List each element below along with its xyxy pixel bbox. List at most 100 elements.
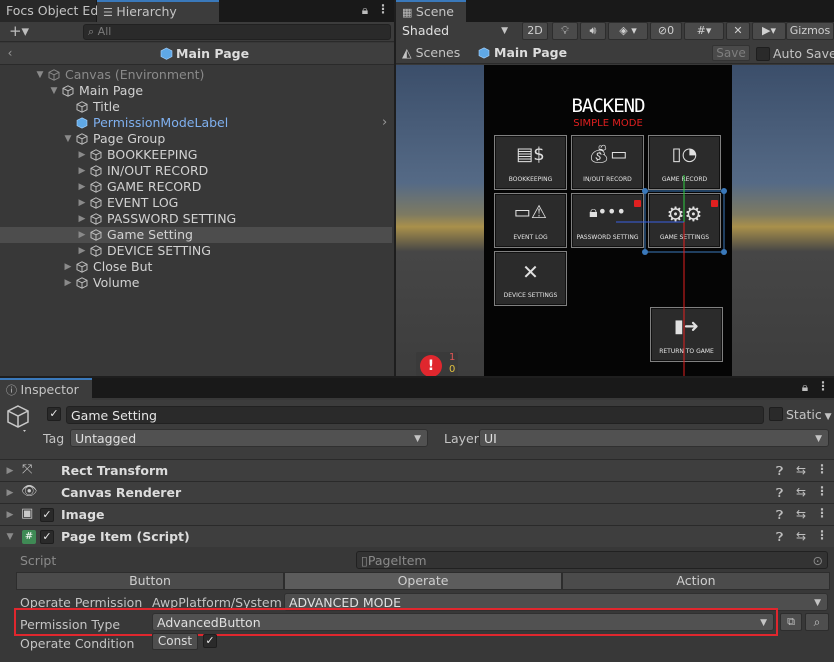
- breadcrumb-scenes[interactable]: ◭ Scenes: [402, 45, 460, 60]
- collapse-triangle-icon[interactable]: ▶: [77, 163, 87, 179]
- search-button[interactable]: ⌕: [805, 613, 829, 631]
- tools-button[interactable]: ✕: [726, 22, 750, 40]
- help-icon[interactable]: ❓︎: [776, 464, 783, 479]
- tree-row-in-out-record[interactable]: ▶ IN/OUT RECORD: [0, 163, 392, 179]
- save-button[interactable]: Save: [712, 45, 750, 61]
- camera-button[interactable]: ▶▾: [752, 22, 786, 40]
- audio-toggle-button[interactable]: 🔊︎: [580, 22, 606, 40]
- back-arrow-icon[interactable]: ‹: [4, 46, 16, 60]
- collapse-triangle-icon[interactable]: ▶: [77, 211, 87, 227]
- collapse-triangle-icon[interactable]: ▶: [5, 460, 15, 482]
- auto-save-checkbox[interactable]: [756, 47, 770, 61]
- expand-triangle-icon[interactable]: ▼: [35, 67, 45, 83]
- kebab-menu-icon[interactable]: ⋮: [816, 462, 828, 476]
- breadcrumb-scenes-label: Scenes: [415, 45, 461, 60]
- effects-dropdown-button[interactable]: ◈ ▾: [608, 22, 648, 40]
- toggle-2d-button[interactable]: 2D: [522, 22, 548, 40]
- tree-row-game-setting[interactable]: ▶ Game Setting: [0, 227, 392, 243]
- scene-viewport[interactable]: BACKEND SIMPLE MODE ▤$ BOOKKEEPING 💰︎▭ IN/…: [396, 65, 834, 376]
- kebab-menu-icon[interactable]: ⋮: [816, 528, 828, 542]
- presets-icon[interactable]: ⇆: [796, 529, 806, 543]
- tree-row-bookkeeping[interactable]: ▶ BOOKKEEPING: [0, 147, 392, 163]
- presets-icon[interactable]: ⇆: [796, 485, 806, 499]
- help-icon[interactable]: ❓︎: [776, 508, 783, 523]
- kebab-menu-icon[interactable]: ⋮: [816, 506, 828, 520]
- component-title: Page Item (Script): [61, 529, 190, 544]
- object-picker-icon[interactable]: ⊙: [813, 552, 823, 568]
- operate-condition-checkbox[interactable]: ✓: [203, 634, 217, 648]
- image-icon: ▣: [21, 506, 34, 521]
- shading-mode-dropdown[interactable]: Shaded ▼: [398, 22, 514, 40]
- tab-hierarchy[interactable]: ☰ Hierarchy: [97, 0, 219, 22]
- collapse-triangle-icon[interactable]: ▶: [63, 259, 73, 275]
- script-enabled-checkbox[interactable]: ✓: [40, 530, 54, 544]
- gizmos-label: Gizmos: [789, 24, 831, 37]
- image-enabled-checkbox[interactable]: ✓: [40, 508, 54, 522]
- static-checkbox[interactable]: [769, 407, 783, 421]
- selection-gizmo[interactable]: [396, 65, 834, 376]
- tab-focs-object-editor[interactable]: Focs Object Editor: [0, 0, 119, 22]
- tree-row-main-page[interactable]: ▼ Main Page: [0, 83, 392, 99]
- help-icon[interactable]: ❓︎: [776, 486, 783, 501]
- tab-inspector[interactable]: ⓘ Inspector: [0, 378, 92, 400]
- open-external-button[interactable]: ⧉: [780, 613, 802, 631]
- kebab-menu-icon[interactable]: ⋮: [376, 2, 390, 16]
- hierarchy-search-input[interactable]: ⌕ All: [83, 24, 391, 40]
- tree-row-permission-mode-label[interactable]: PermissionModeLabel ›: [0, 115, 392, 131]
- lock-icon[interactable]: 🔒︎: [358, 3, 372, 18]
- collapse-triangle-icon[interactable]: ▶: [77, 179, 87, 195]
- presets-icon[interactable]: ⇆: [796, 507, 806, 521]
- tag-dropdown[interactable]: Untagged ▼: [70, 429, 428, 447]
- tree-row-game-record[interactable]: ▶ GAME RECORD: [0, 179, 392, 195]
- tab-button[interactable]: Button: [16, 572, 284, 590]
- chevron-right-icon[interactable]: ›: [382, 115, 387, 131]
- collapse-triangle-icon[interactable]: ▶: [5, 482, 15, 504]
- gizmos-dropdown[interactable]: Gizmos: [786, 22, 834, 40]
- collapse-triangle-icon[interactable]: ▶: [77, 227, 87, 243]
- tree-row-device-setting[interactable]: ▶ DEVICE SETTING: [0, 243, 392, 259]
- component-canvas-renderer[interactable]: ▶ 👁︎ Canvas Renderer ❓︎ ⇆ ⋮: [0, 481, 834, 503]
- collapse-triangle-icon[interactable]: ▶: [77, 243, 87, 259]
- static-dropdown[interactable]: Static ▼: [786, 407, 832, 422]
- collapse-triangle-icon[interactable]: ▶: [63, 275, 73, 291]
- tree-row-title[interactable]: Title: [0, 99, 392, 115]
- layer-dropdown[interactable]: UI ▼: [479, 429, 829, 447]
- expand-triangle-icon[interactable]: ▼: [63, 131, 73, 147]
- collapse-triangle-icon[interactable]: ▶: [77, 147, 87, 163]
- help-icon[interactable]: ❓︎: [776, 530, 783, 545]
- tab-scene[interactable]: ▦ Scene: [396, 0, 466, 22]
- component-rect-transform[interactable]: ▶ ⤧ Rect Transform ❓︎ ⇆ ⋮: [0, 459, 834, 481]
- active-checkbox[interactable]: ✓: [47, 407, 61, 421]
- scene-visibility-button[interactable]: ⊘0: [650, 22, 682, 40]
- gameobject-cube-icon: [90, 213, 102, 225]
- lock-icon[interactable]: 🔒︎: [798, 380, 812, 395]
- expand-triangle-icon[interactable]: ▼: [5, 526, 15, 548]
- gameobject-large-icon[interactable]: [6, 404, 32, 432]
- presets-icon[interactable]: ⇆: [796, 463, 806, 477]
- collapse-triangle-icon[interactable]: ▶: [77, 195, 87, 211]
- add-create-button[interactable]: +▾: [6, 22, 32, 40]
- grid-snap-button[interactable]: #▾: [684, 22, 724, 40]
- component-image[interactable]: ▶ ▣ ✓ Image ❓︎ ⇆ ⋮: [0, 503, 834, 525]
- gameobject-cube-icon: [90, 229, 102, 241]
- object-name-input[interactable]: Game Setting: [66, 406, 764, 424]
- lighting-toggle-button[interactable]: 💡︎: [552, 22, 578, 40]
- component-page-item-script[interactable]: ▼ # ✓ Page Item (Script) ❓︎ ⇆ ⋮: [0, 525, 834, 547]
- tree-row-close-but[interactable]: ▶ Close But: [0, 259, 392, 275]
- permission-type-dropdown[interactable]: AdvancedButton ▼: [152, 613, 774, 631]
- inspector-tab-bar: ⓘ Inspector 🔒︎ ⋮: [0, 376, 834, 400]
- tab-operate[interactable]: Operate: [284, 572, 562, 590]
- collapse-triangle-icon[interactable]: ▶: [5, 504, 15, 526]
- tree-row-page-group[interactable]: ▼ Page Group: [0, 131, 392, 147]
- kebab-menu-icon[interactable]: ⋮: [816, 379, 830, 393]
- tree-row-event-log[interactable]: ▶ EVENT LOG: [0, 195, 392, 211]
- tree-label: PermissionModeLabel: [93, 115, 229, 130]
- tree-row-canvas[interactable]: ▼ Canvas (Environment): [0, 67, 392, 83]
- console-status-badge[interactable]: ! 1 0: [416, 352, 458, 376]
- operate-condition-mode-button[interactable]: Const: [152, 633, 198, 650]
- expand-triangle-icon[interactable]: ▼: [49, 83, 59, 99]
- tree-row-volume[interactable]: ▶ Volume: [0, 275, 392, 291]
- tab-action[interactable]: Action: [562, 572, 830, 590]
- kebab-menu-icon[interactable]: ⋮: [816, 484, 828, 498]
- tree-row-password-setting[interactable]: ▶ PASSWORD SETTING: [0, 211, 392, 227]
